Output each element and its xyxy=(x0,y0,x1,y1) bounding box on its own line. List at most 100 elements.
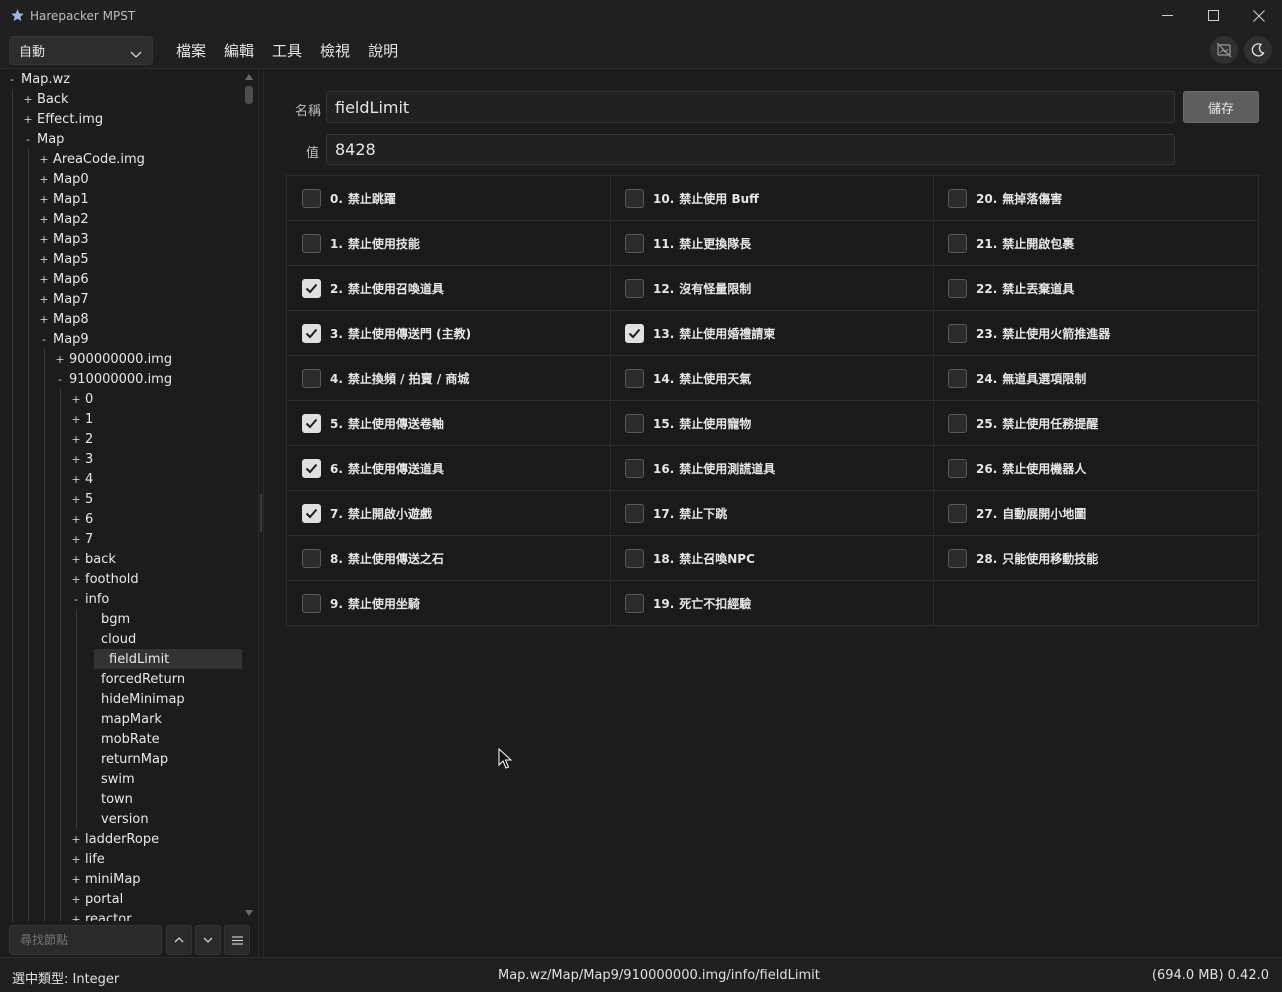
expand-toggle[interactable]: + xyxy=(38,233,50,246)
tree-node[interactable]: + portal xyxy=(0,889,242,909)
splitter-grip[interactable] xyxy=(260,494,262,532)
expand-toggle[interactable]: + xyxy=(70,513,82,526)
tree-node[interactable]: +0 xyxy=(0,389,242,409)
checkbox-unchecked[interactable] xyxy=(948,548,967,568)
tree-node[interactable]: + Map3 xyxy=(0,229,242,249)
tree-node[interactable]: + life xyxy=(0,849,242,869)
expand-toggle[interactable]: + xyxy=(70,413,82,426)
checkbox-unchecked[interactable] xyxy=(302,368,321,388)
checkbox-unchecked[interactable] xyxy=(625,188,644,208)
tree-node[interactable]: fieldLimit xyxy=(94,649,242,669)
flag-option[interactable]: 22. 禁止丟棄道具 xyxy=(933,266,1258,311)
flag-option[interactable]: 23. 禁止使用火箭推進器 xyxy=(933,311,1258,356)
flag-option[interactable]: 14. 禁止使用天氣 xyxy=(610,356,933,401)
collapse-toggle[interactable]: - xyxy=(70,593,82,606)
tree-node[interactable]: bgm xyxy=(0,609,242,629)
menu-tools[interactable]: 工具 xyxy=(262,31,312,69)
checkbox-unchecked[interactable] xyxy=(302,594,321,613)
checkbox-unchecked[interactable] xyxy=(625,503,644,523)
checkbox-unchecked[interactable] xyxy=(625,548,644,568)
mode-select[interactable]: 自動 xyxy=(9,36,153,65)
expand-toggle[interactable]: + xyxy=(38,193,50,206)
tree-node[interactable]: +1 xyxy=(0,409,242,429)
checkbox-unchecked[interactable] xyxy=(625,233,644,253)
flag-option[interactable]: 1. 禁止使用技能 xyxy=(287,221,610,266)
expand-toggle[interactable]: + xyxy=(70,873,82,886)
arrow-up-icon[interactable] xyxy=(166,925,192,955)
flag-option[interactable]: 6. 禁止使用傳送道具 xyxy=(287,446,610,491)
scroll-thumb[interactable] xyxy=(245,86,253,104)
flag-option[interactable]: 21. 禁止開啟包裹 xyxy=(933,221,1258,266)
tree-search-input[interactable] xyxy=(9,925,162,955)
checkbox-unchecked[interactable] xyxy=(948,503,967,523)
expand-toggle[interactable]: + xyxy=(70,573,82,586)
tree-node[interactable]: + Map1 xyxy=(0,189,242,209)
checkbox-unchecked[interactable] xyxy=(948,188,967,208)
tree-node[interactable]: - Map xyxy=(0,129,242,149)
tree-node[interactable]: + Effect.img xyxy=(0,109,242,129)
flag-option[interactable]: 2. 禁止使用召喚道具 xyxy=(287,266,610,311)
checkbox-checked[interactable] xyxy=(302,323,321,343)
checkbox-checked[interactable] xyxy=(302,278,321,298)
tree-node[interactable]: +3 xyxy=(0,449,242,469)
checkbox-unchecked[interactable] xyxy=(625,594,644,613)
checkbox-unchecked[interactable] xyxy=(948,233,967,253)
expand-toggle[interactable]: + xyxy=(38,313,50,326)
expand-toggle[interactable]: + xyxy=(70,493,82,506)
menu-help[interactable]: 說明 xyxy=(358,31,408,69)
close-icon[interactable] xyxy=(1236,0,1282,31)
tree-node[interactable]: mapMark xyxy=(0,709,242,729)
panel-splitter[interactable] xyxy=(258,69,264,957)
tree-node[interactable]: + Map2 xyxy=(0,209,242,229)
tree-node[interactable]: +4 xyxy=(0,469,242,489)
tree-node[interactable]: + Map0 xyxy=(0,169,242,189)
expand-toggle[interactable]: + xyxy=(70,453,82,466)
tree-node[interactable]: hideMinimap xyxy=(0,689,242,709)
expand-toggle[interactable]: + xyxy=(70,853,82,866)
checkbox-unchecked[interactable] xyxy=(948,278,967,298)
tree-node[interactable]: +7 xyxy=(0,529,242,549)
flag-option[interactable]: 8. 禁止使用傳送之石 xyxy=(287,536,610,581)
tree-node[interactable]: +900000000.img xyxy=(0,349,242,369)
flag-option[interactable]: 16. 禁止使用測謊道具 xyxy=(610,446,933,491)
tree-node[interactable]: +2 xyxy=(0,429,242,449)
checkbox-unchecked[interactable] xyxy=(625,278,644,298)
flag-option[interactable]: 19. 死亡不扣經驗 xyxy=(610,581,933,626)
tree-node[interactable]: +5 xyxy=(0,489,242,509)
tree-node[interactable]: + Map8 xyxy=(0,309,242,329)
checkbox-checked[interactable] xyxy=(302,458,321,478)
tree-node[interactable]: -910000000.img xyxy=(0,369,242,389)
tree-node[interactable]: + foothold xyxy=(0,569,242,589)
tree-node[interactable]: mobRate xyxy=(0,729,242,749)
checkbox-unchecked[interactable] xyxy=(948,368,967,388)
tree-node[interactable]: + Map7 xyxy=(0,289,242,309)
save-button[interactable]: 儲存 xyxy=(1183,91,1259,123)
collapse-toggle[interactable]: - xyxy=(54,373,66,386)
menu-edit[interactable]: 編輯 xyxy=(214,31,264,69)
tree-scrollbar[interactable] xyxy=(243,69,255,921)
flag-option[interactable]: 7. 禁止開啟小遊戲 xyxy=(287,491,610,536)
flag-option[interactable]: 27. 自動展開小地圖 xyxy=(933,491,1258,536)
tree-node[interactable]: +6 xyxy=(0,509,242,529)
flag-option[interactable]: 3. 禁止使用傳送門 (主教) xyxy=(287,311,610,356)
tree-node[interactable]: forcedReturn xyxy=(0,669,242,689)
expand-toggle[interactable]: + xyxy=(38,273,50,286)
tree-node[interactable]: swim xyxy=(0,769,242,789)
expand-toggle[interactable]: + xyxy=(38,213,50,226)
checkbox-checked[interactable] xyxy=(302,413,321,433)
flag-option[interactable]: 28. 只能使用移動技能 xyxy=(933,536,1258,581)
value-field[interactable]: 8428 xyxy=(326,134,1175,165)
expand-toggle[interactable]: + xyxy=(70,393,82,406)
checkbox-unchecked[interactable] xyxy=(625,458,644,478)
checkbox-unchecked[interactable] xyxy=(948,458,967,478)
tree-node[interactable]: town xyxy=(0,789,242,809)
expand-toggle[interactable]: + xyxy=(38,173,50,186)
expand-toggle[interactable]: + xyxy=(70,433,82,446)
expand-toggle[interactable]: + xyxy=(38,253,50,266)
expand-toggle[interactable]: + xyxy=(22,113,34,126)
tree-node[interactable]: returnMap xyxy=(0,749,242,769)
checkbox-unchecked[interactable] xyxy=(948,413,967,433)
expand-toggle[interactable]: + xyxy=(22,93,34,106)
expand-toggle[interactable]: + xyxy=(38,153,50,166)
collapse-toggle[interactable]: - xyxy=(6,73,18,86)
